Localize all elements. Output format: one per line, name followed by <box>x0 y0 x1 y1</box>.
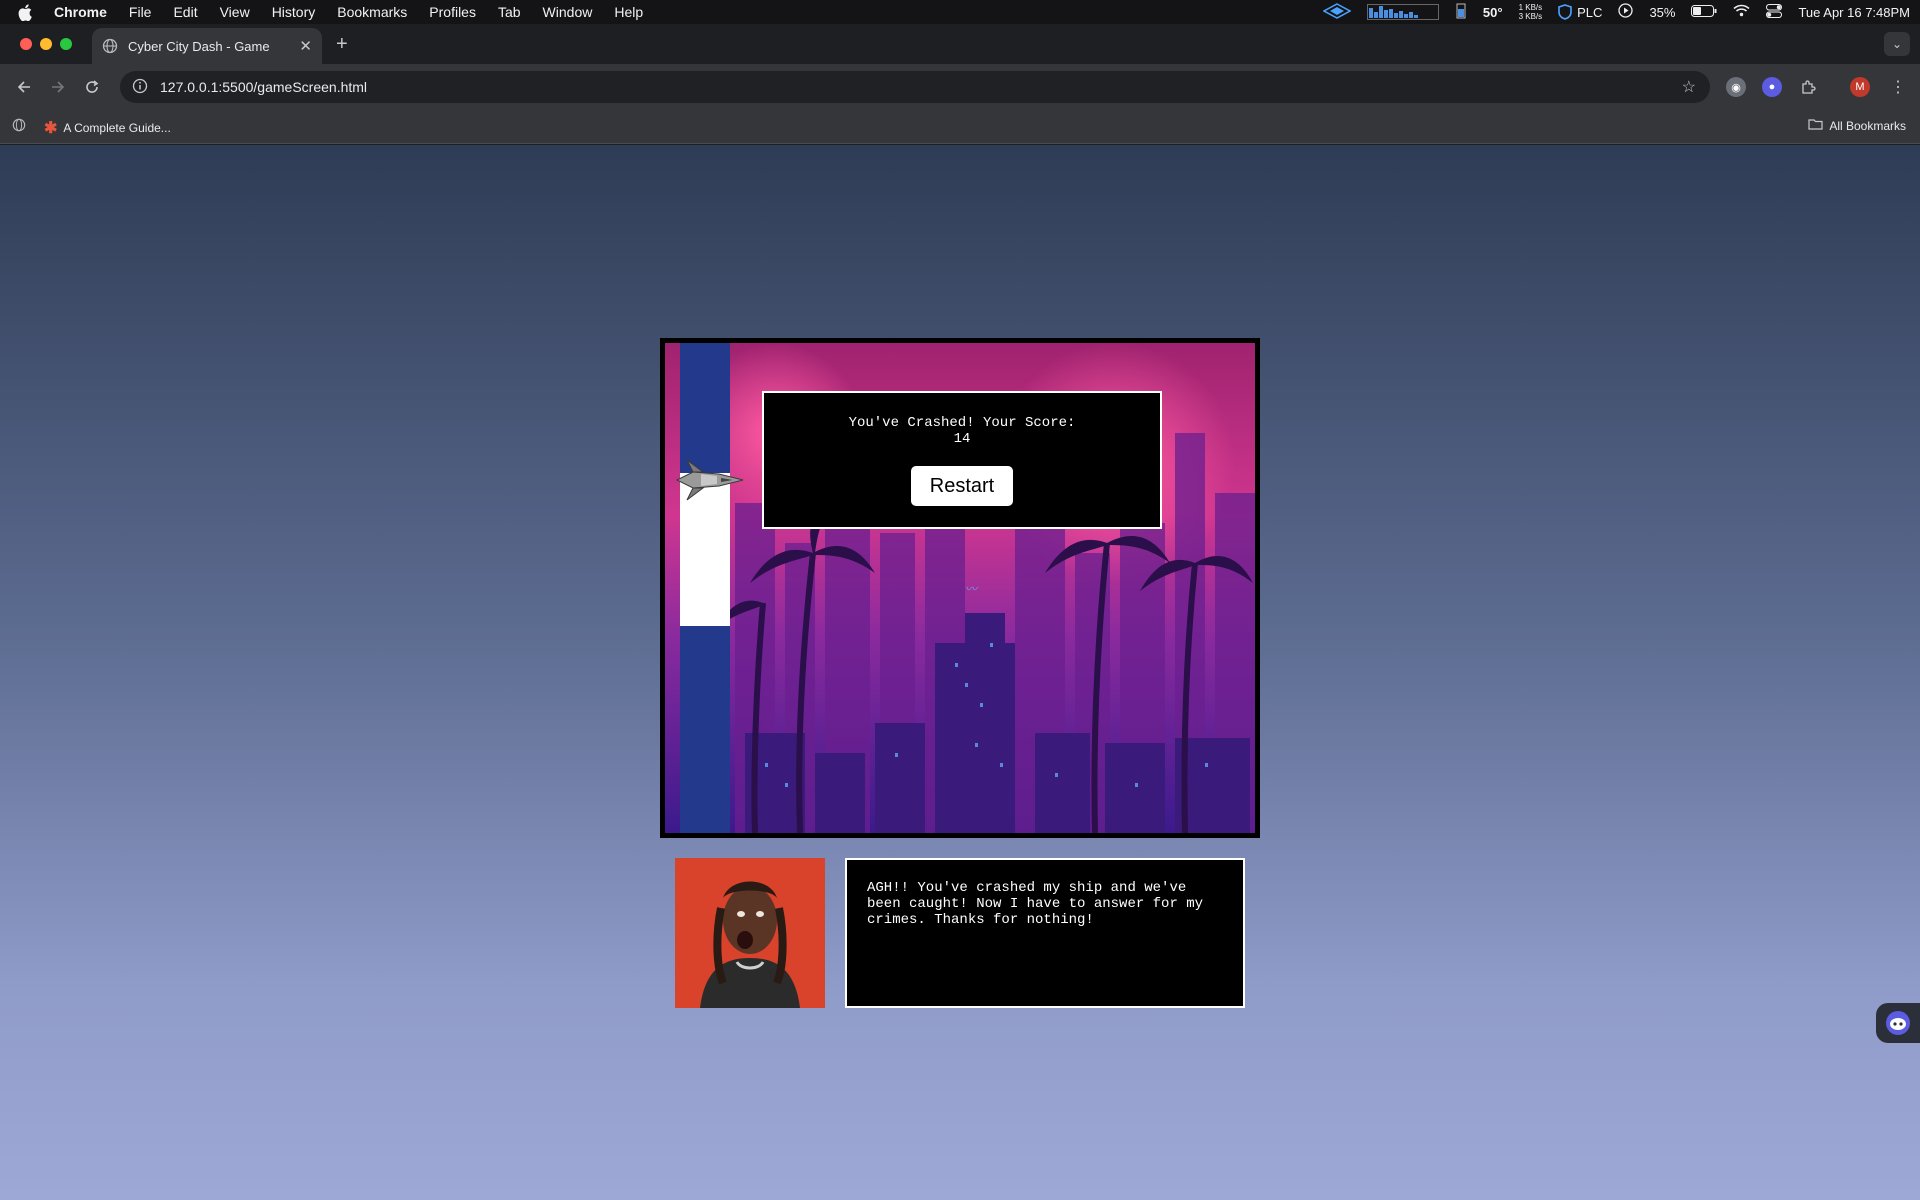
restart-button[interactable]: Restart <box>910 465 1014 507</box>
close-tab-icon[interactable]: ✕ <box>299 37 312 55</box>
menu-help[interactable]: Help <box>614 4 643 20</box>
reload-icon[interactable] <box>82 77 102 97</box>
extension-glasses-icon[interactable]: ◉ <box>1726 77 1746 97</box>
dialogue-text: AGH!! You've crashed my ship and we've b… <box>867 880 1204 928</box>
macos-menu-bar: Chrome File Edit View History Bookmarks … <box>0 0 1920 24</box>
asterisk-icon: ✱ <box>44 120 58 137</box>
vpn-shield-icon[interactable]: PLC <box>1558 4 1602 20</box>
site-info-icon[interactable] <box>132 78 148 97</box>
crash-message: You've Crashed! Your Score: 14 <box>764 415 1160 447</box>
obstacle-pipe-top <box>680 343 730 473</box>
folder-icon <box>1808 118 1823 133</box>
address-bar[interactable]: 127.0.0.1:5500/gameScreen.html ☆ <box>120 71 1710 103</box>
globe-icon <box>102 38 118 54</box>
minimize-window-button[interactable] <box>40 38 52 50</box>
bookmarks-bar: ✱ A Complete Guide... All Bookmarks <box>0 110 1920 144</box>
spaceship-icon <box>675 459 744 501</box>
menu-app-name[interactable]: Chrome <box>54 4 107 20</box>
browser-tab-strip: Cyber City Dash - Game ✕ + ⌄ <box>0 24 1920 64</box>
page-viewport: 〰 You've Crashed! Your Score: 14 Restart <box>0 145 1920 1200</box>
extensions-puzzle-icon[interactable] <box>1798 77 1818 97</box>
all-bookmarks-label: All Bookmarks <box>1829 118 1906 133</box>
menu-view[interactable]: View <box>220 4 250 20</box>
vpn-diamond-icon[interactable] <box>1322 2 1352 22</box>
vpn-label: PLC <box>1577 4 1603 20</box>
battery-percent[interactable]: 35% <box>1649 5 1675 20</box>
memory-bar-icon[interactable] <box>1455 3 1467 22</box>
menu-tab[interactable]: Tab <box>498 4 521 20</box>
menu-edit[interactable]: Edit <box>173 4 197 20</box>
browser-toolbar: 127.0.0.1:5500/gameScreen.html ☆ ◉ ● M ⋮ <box>0 64 1920 110</box>
assistant-widget-icon[interactable] <box>1876 1003 1920 1043</box>
back-arrow-icon[interactable] <box>14 77 34 97</box>
tab-search-chevron-icon[interactable]: ⌄ <box>1884 32 1910 56</box>
menu-bookmarks[interactable]: Bookmarks <box>337 4 407 20</box>
final-score: 14 <box>953 431 971 447</box>
svg-text:〰: 〰 <box>965 582 979 596</box>
menu-clock[interactable]: Tue Apr 16 7:48PM <box>1798 5 1910 20</box>
tab-title: Cyber City Dash - Game <box>128 38 270 54</box>
crash-dialog: You've Crashed! Your Score: 14 Restart <box>762 391 1162 529</box>
new-tab-plus-icon[interactable]: + <box>336 33 348 56</box>
temperature-readout[interactable]: 50° <box>1483 5 1503 20</box>
bookmark-star-icon[interactable]: ☆ <box>1682 77 1696 97</box>
extension-bot-icon[interactable]: ● <box>1762 77 1782 97</box>
profile-avatar[interactable]: M <box>1850 77 1870 97</box>
menu-history[interactable]: History <box>272 4 316 20</box>
control-center-icon[interactable] <box>1766 3 1783 21</box>
dialogue-box: AGH!! You've crashed my ship and we've b… <box>845 858 1245 1008</box>
play-circle-icon[interactable] <box>1618 3 1634 21</box>
all-bookmarks-button[interactable]: All Bookmarks <box>1808 118 1906 133</box>
menu-bar-status-area: 50° 1 KB/s 3 KB/s PLC 35% Tue Apr 16 7:4… <box>1322 0 1910 24</box>
active-tab[interactable]: Cyber City Dash - Game ✕ <box>92 28 322 64</box>
battery-icon[interactable] <box>1691 4 1717 20</box>
menu-window[interactable]: Window <box>543 4 593 20</box>
character-portrait <box>675 858 825 1008</box>
chrome-menu-icon[interactable]: ⋮ <box>1888 77 1908 97</box>
apps-globe-icon[interactable] <box>12 118 26 132</box>
crash-title: You've Crashed! Your Score: <box>848 415 1076 431</box>
game-canvas-frame[interactable]: 〰 You've Crashed! Your Score: 14 Restart <box>660 338 1260 838</box>
forward-arrow-icon[interactable] <box>48 77 68 97</box>
maximize-window-button[interactable] <box>60 38 72 50</box>
bookmark-complete-guide[interactable]: ✱ A Complete Guide... <box>44 118 171 138</box>
url-text: 127.0.0.1:5500/gameScreen.html <box>160 79 368 95</box>
network-speed[interactable]: 1 KB/s 3 KB/s <box>1519 3 1543 21</box>
wifi-icon[interactable] <box>1733 4 1750 20</box>
menu-file[interactable]: File <box>129 4 152 20</box>
close-window-button[interactable] <box>20 38 32 50</box>
obstacle-pipe-bottom <box>680 626 730 833</box>
apple-logo-icon[interactable] <box>18 3 40 21</box>
menu-profiles[interactable]: Profiles <box>429 4 476 20</box>
cpu-graph-icon[interactable] <box>1366 4 1439 20</box>
bookmark-label: A Complete Guide... <box>63 121 171 135</box>
